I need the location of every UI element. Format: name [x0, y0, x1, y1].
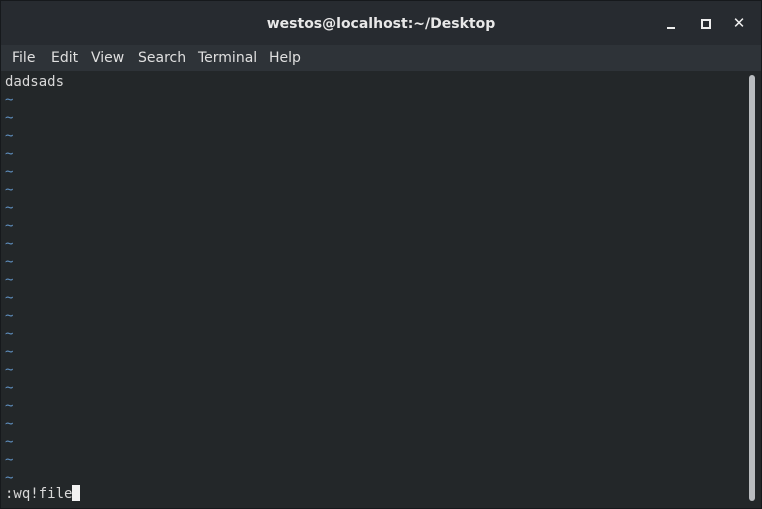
tilde-marker: ~ [5, 146, 14, 162]
menu-view[interactable]: View [91, 45, 124, 71]
menu-file[interactable]: File [12, 45, 35, 71]
tilde-marker: ~ [5, 434, 14, 450]
window-title: westos@localhost:~/Desktop [266, 16, 496, 32]
tilde-marker: ~ [5, 200, 14, 216]
terminal-window: westos@localhost:~/Desktop ✕ File Edit V… [0, 0, 762, 509]
tilde-marker: ~ [5, 380, 14, 396]
window-minimize-icon [667, 27, 675, 29]
tilde-marker: ~ [5, 290, 14, 306]
tilde-marker: ~ [5, 326, 14, 342]
tilde-marker: ~ [5, 452, 14, 468]
scrollbar-thumb[interactable] [749, 75, 755, 501]
command-line[interactable]: :wq!file [5, 485, 81, 503]
menu-help[interactable]: Help [269, 45, 301, 71]
buffer-line: dadsads [5, 74, 65, 90]
tilde-marker: ~ [5, 164, 14, 180]
window-close-icon: ✕ [732, 14, 746, 32]
menu-bar: File Edit View Search Terminal Help [1, 45, 761, 71]
menu-terminal[interactable]: Terminal [198, 45, 257, 71]
tilde-marker: ~ [5, 92, 14, 108]
tilde-marker: ~ [5, 218, 14, 234]
text-cursor [72, 485, 81, 501]
tilde-marker: ~ [5, 362, 14, 378]
close-button[interactable]: ✕ [729, 13, 749, 33]
title-bar[interactable]: westos@localhost:~/Desktop ✕ [1, 1, 761, 45]
tilde-marker: ~ [5, 272, 14, 288]
tilde-marker: ~ [5, 182, 14, 198]
terminal-area[interactable]: dadsads ~ ~ ~ ~ ~ ~ ~ ~ ~ ~ ~ ~ ~ ~ ~ ~ ~ ~ ~ ~ ~ ~ :wq!file [1, 71, 745, 508]
tilde-marker: ~ [5, 254, 14, 270]
minimize-button[interactable] [661, 13, 681, 33]
tilde-marker: ~ [5, 308, 14, 324]
scrollbar[interactable] [745, 71, 761, 508]
tilde-marker: ~ [5, 398, 14, 414]
tilde-marker: ~ [5, 344, 14, 360]
menu-search[interactable]: Search [138, 45, 186, 71]
command-text: :wq!file [5, 486, 73, 502]
menu-edit[interactable]: Edit [51, 45, 78, 71]
window-maximize-icon [701, 19, 711, 29]
tilde-marker: ~ [5, 236, 14, 252]
tilde-marker: ~ [5, 110, 14, 126]
tilde-marker: ~ [5, 128, 14, 144]
maximize-button[interactable] [695, 13, 715, 33]
tilde-marker: ~ [5, 416, 14, 432]
